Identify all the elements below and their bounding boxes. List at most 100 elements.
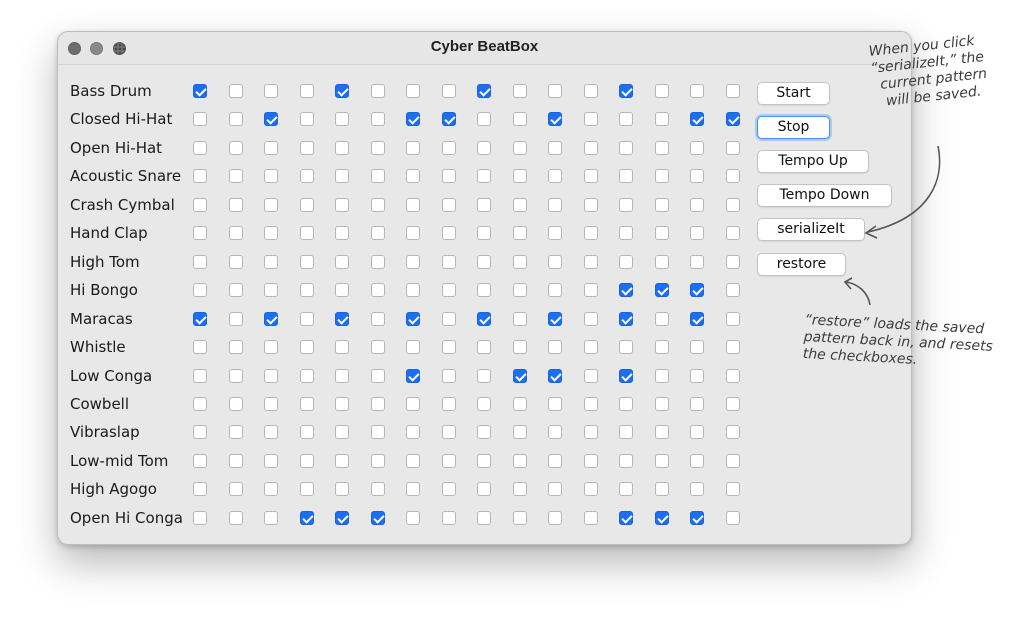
- step-checkbox[interactable]: [690, 141, 704, 155]
- step-checkbox[interactable]: [584, 84, 598, 98]
- step-checkbox[interactable]: [584, 482, 598, 496]
- step-checkbox[interactable]: [371, 340, 385, 354]
- step-checkbox[interactable]: [690, 84, 704, 98]
- step-checkbox[interactable]: [690, 482, 704, 496]
- step-checkbox[interactable]: [548, 141, 562, 155]
- step-checkbox[interactable]: [264, 454, 278, 468]
- step-checkbox[interactable]: [619, 84, 633, 98]
- step-checkbox[interactable]: [442, 340, 456, 354]
- step-checkbox[interactable]: [726, 255, 740, 269]
- step-checkbox[interactable]: [726, 141, 740, 155]
- step-checkbox[interactable]: [371, 198, 385, 212]
- step-checkbox[interactable]: [584, 369, 598, 383]
- step-checkbox[interactable]: [229, 482, 243, 496]
- step-checkbox[interactable]: [335, 511, 349, 525]
- step-checkbox[interactable]: [229, 198, 243, 212]
- step-checkbox[interactable]: [584, 255, 598, 269]
- step-checkbox[interactable]: [655, 141, 669, 155]
- step-checkbox[interactable]: [619, 255, 633, 269]
- step-checkbox[interactable]: [513, 397, 527, 411]
- step-checkbox[interactable]: [371, 369, 385, 383]
- step-checkbox[interactable]: [619, 397, 633, 411]
- step-checkbox[interactable]: [193, 255, 207, 269]
- step-checkbox[interactable]: [229, 112, 243, 126]
- step-checkbox[interactable]: [726, 283, 740, 297]
- step-checkbox[interactable]: [300, 198, 314, 212]
- step-checkbox[interactable]: [726, 312, 740, 326]
- step-checkbox[interactable]: [655, 198, 669, 212]
- step-checkbox[interactable]: [726, 84, 740, 98]
- step-checkbox[interactable]: [619, 226, 633, 240]
- step-checkbox[interactable]: [513, 283, 527, 297]
- step-checkbox[interactable]: [264, 169, 278, 183]
- step-checkbox[interactable]: [300, 255, 314, 269]
- step-checkbox[interactable]: [548, 198, 562, 212]
- step-checkbox[interactable]: [406, 312, 420, 326]
- step-checkbox[interactable]: [513, 511, 527, 525]
- step-checkbox[interactable]: [619, 112, 633, 126]
- restore-button[interactable]: restore: [757, 253, 846, 276]
- step-checkbox[interactable]: [442, 169, 456, 183]
- step-checkbox[interactable]: [584, 397, 598, 411]
- step-checkbox[interactable]: [584, 340, 598, 354]
- step-checkbox[interactable]: [264, 312, 278, 326]
- step-checkbox[interactable]: [477, 169, 491, 183]
- step-checkbox[interactable]: [300, 454, 314, 468]
- step-checkbox[interactable]: [619, 141, 633, 155]
- step-checkbox[interactable]: [477, 283, 491, 297]
- step-checkbox[interactable]: [477, 198, 491, 212]
- step-checkbox[interactable]: [300, 425, 314, 439]
- step-checkbox[interactable]: [300, 511, 314, 525]
- step-checkbox[interactable]: [584, 112, 598, 126]
- step-checkbox[interactable]: [477, 425, 491, 439]
- step-checkbox[interactable]: [690, 397, 704, 411]
- step-checkbox[interactable]: [619, 425, 633, 439]
- step-checkbox[interactable]: [193, 482, 207, 496]
- step-checkbox[interactable]: [548, 454, 562, 468]
- step-checkbox[interactable]: [690, 454, 704, 468]
- step-checkbox[interactable]: [406, 454, 420, 468]
- step-checkbox[interactable]: [371, 226, 385, 240]
- step-checkbox[interactable]: [335, 226, 349, 240]
- step-checkbox[interactable]: [371, 397, 385, 411]
- step-checkbox[interactable]: [513, 425, 527, 439]
- step-checkbox[interactable]: [264, 141, 278, 155]
- step-checkbox[interactable]: [406, 255, 420, 269]
- step-checkbox[interactable]: [513, 169, 527, 183]
- step-checkbox[interactable]: [371, 482, 385, 496]
- step-checkbox[interactable]: [406, 112, 420, 126]
- step-checkbox[interactable]: [477, 112, 491, 126]
- step-checkbox[interactable]: [193, 283, 207, 297]
- step-checkbox[interactable]: [655, 340, 669, 354]
- step-checkbox[interactable]: [442, 511, 456, 525]
- step-checkbox[interactable]: [726, 482, 740, 496]
- step-checkbox[interactable]: [726, 511, 740, 525]
- tempo-up-button[interactable]: Tempo Up: [757, 150, 869, 173]
- step-checkbox[interactable]: [335, 369, 349, 383]
- step-checkbox[interactable]: [726, 198, 740, 212]
- step-checkbox[interactable]: [513, 112, 527, 126]
- step-checkbox[interactable]: [264, 198, 278, 212]
- step-checkbox[interactable]: [584, 511, 598, 525]
- serialize-button[interactable]: serializeIt: [757, 218, 865, 241]
- step-checkbox[interactable]: [584, 198, 598, 212]
- step-checkbox[interactable]: [442, 84, 456, 98]
- step-checkbox[interactable]: [726, 454, 740, 468]
- step-checkbox[interactable]: [726, 397, 740, 411]
- step-checkbox[interactable]: [229, 511, 243, 525]
- step-checkbox[interactable]: [193, 511, 207, 525]
- step-checkbox[interactable]: [193, 397, 207, 411]
- step-checkbox[interactable]: [584, 141, 598, 155]
- step-checkbox[interactable]: [513, 312, 527, 326]
- step-checkbox[interactable]: [477, 141, 491, 155]
- step-checkbox[interactable]: [548, 397, 562, 411]
- step-checkbox[interactable]: [264, 226, 278, 240]
- step-checkbox[interactable]: [619, 198, 633, 212]
- step-checkbox[interactable]: [193, 141, 207, 155]
- step-checkbox[interactable]: [442, 397, 456, 411]
- step-checkbox[interactable]: [584, 283, 598, 297]
- step-checkbox[interactable]: [690, 169, 704, 183]
- step-checkbox[interactable]: [655, 397, 669, 411]
- step-checkbox[interactable]: [513, 226, 527, 240]
- step-checkbox[interactable]: [690, 226, 704, 240]
